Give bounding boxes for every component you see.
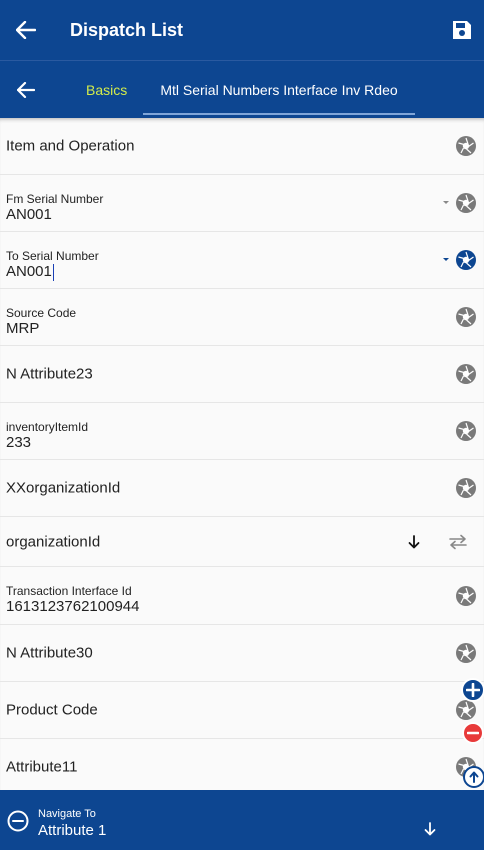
back-button[interactable] — [0, 0, 52, 60]
camera-shutter-icon[interactable] — [456, 643, 476, 663]
field-label: To Serial Number — [6, 249, 99, 263]
camera-shutter-icon[interactable] — [456, 250, 476, 270]
form-list: Item and Operation Fm Serial Number AN00… — [0, 118, 484, 790]
arrow-up-icon — [469, 771, 479, 783]
field-organization-id[interactable]: organizationId — [0, 517, 484, 567]
arrow-down-icon[interactable] — [424, 822, 436, 836]
camera-shutter-icon[interactable] — [456, 585, 476, 606]
arrow-down-icon[interactable] — [408, 535, 420, 549]
field-label: Product Code — [6, 701, 98, 719]
field-xx-organization-id[interactable]: XXorganizationId — [0, 460, 484, 517]
camera-shutter-icon[interactable] — [456, 136, 476, 156]
navigate-to-value[interactable]: Attribute 1 — [38, 822, 106, 839]
field-n-attribute30[interactable]: N Attribute30 — [0, 625, 484, 682]
scroll-to-top-button[interactable] — [463, 766, 484, 788]
field-label: Source Code — [6, 306, 77, 320]
camera-shutter-icon[interactable] — [456, 421, 476, 441]
remove-button[interactable] — [462, 722, 484, 744]
field-label: organizationId — [6, 533, 101, 550]
field-value: AN001 — [6, 263, 52, 280]
field-label: N Attribute23 — [6, 365, 93, 383]
camera-shutter-icon[interactable] — [456, 307, 476, 327]
dropdown-caret-icon[interactable] — [442, 257, 450, 263]
field-label: Fm Serial Number — [6, 192, 104, 206]
camera-shutter-icon[interactable] — [456, 700, 476, 720]
tab-basics[interactable]: Basics — [86, 61, 127, 119]
field-transaction-interface-id[interactable]: Transaction Interface Id 161312376210094… — [0, 567, 484, 625]
tab-mtl-serial-numbers[interactable]: Mtl Serial Numbers Interface Inv Rdeo — [143, 61, 415, 119]
text-cursor — [52, 263, 54, 281]
field-label: Item and Operation — [6, 137, 135, 155]
minus-icon — [467, 731, 479, 735]
plus-icon — [466, 683, 480, 697]
field-label: inventoryItemId — [6, 420, 89, 434]
field-value[interactable]: 233 — [6, 434, 31, 451]
field-product-code[interactable]: Product Code — [0, 682, 484, 739]
add-button[interactable] — [461, 678, 484, 702]
field-item-and-operation[interactable]: Item and Operation — [0, 118, 484, 175]
field-label: XXorganizationId — [6, 479, 121, 497]
field-source-code[interactable]: Source Code MRP — [0, 289, 484, 346]
page-title: Dispatch List — [70, 19, 184, 40]
field-fm-serial-number[interactable]: Fm Serial Number AN001 — [0, 175, 484, 232]
field-value[interactable]: 1613123762100944 — [6, 598, 139, 615]
dropdown-caret-icon[interactable] — [442, 200, 450, 206]
tab-bar: Basics Mtl Serial Numbers Interface Inv … — [0, 60, 484, 118]
arrow-left-icon — [16, 21, 36, 39]
field-attribute11[interactable]: Attribute11 — [0, 739, 484, 790]
save-icon — [453, 21, 471, 39]
navigate-to-label: Navigate To — [38, 808, 96, 820]
field-value[interactable]: MRP — [6, 320, 39, 337]
camera-shutter-icon[interactable] — [456, 478, 476, 498]
arrow-left-icon — [17, 82, 35, 98]
field-label: Attribute11 — [6, 758, 78, 776]
field-label: N Attribute30 — [6, 644, 93, 662]
tab-back-button[interactable] — [6, 73, 46, 107]
app-bar: Dispatch List — [0, 0, 484, 60]
camera-shutter-icon[interactable] — [456, 364, 476, 384]
field-to-serial-number[interactable]: To Serial Number AN001 — [0, 232, 484, 289]
swap-icon[interactable] — [448, 534, 468, 550]
field-value[interactable]: AN001 — [6, 206, 52, 223]
camera-shutter-icon[interactable] — [456, 193, 476, 213]
navigate-to-bar[interactable]: Navigate To Attribute 1 — [0, 790, 484, 850]
field-n-attribute23[interactable]: N Attribute23 — [0, 346, 484, 403]
minus-circle-icon[interactable] — [7, 810, 29, 832]
field-inventory-item-id[interactable]: inventoryItemId 233 — [0, 403, 484, 460]
field-label: Transaction Interface Id — [6, 584, 132, 598]
save-button[interactable] — [446, 14, 478, 46]
field-value-input[interactable]: AN001 — [6, 263, 54, 281]
